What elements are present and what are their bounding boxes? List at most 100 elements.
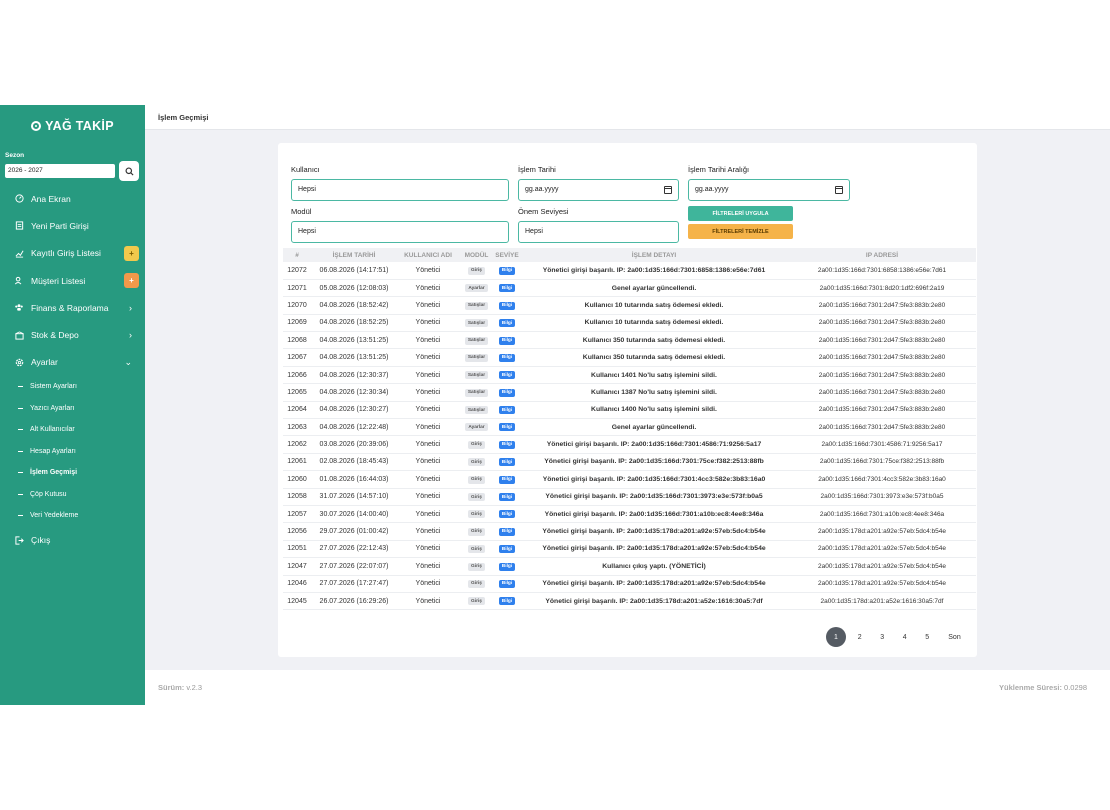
cell-user: Yönetici (397, 505, 459, 524)
cell-ip: 2a00:1d35:166d:7301:2d47:5fe3:883b:2e80 (788, 401, 976, 420)
table-row[interactable]: 12072 06.08.2026 (14:17:51) Yönetici Giriş B… (283, 262, 976, 280)
sidebar-item-label: Stok & Depo (31, 330, 79, 341)
col-header-user[interactable]: KULLANICI ADI (397, 248, 459, 262)
pagination: 1 2 3 4 5 Son (826, 627, 971, 647)
submenu-trash[interactable]: Çöp Kutusu (18, 484, 145, 506)
table-row[interactable]: 12047 27.07.2026 (22:07:07) Yönetici Giriş B… (283, 557, 976, 576)
cell-date: 30.07.2026 (14:00:40) (311, 505, 397, 524)
table-row[interactable]: 12062 03.08.2026 (20:39:06) Yönetici Giriş B… (283, 435, 976, 454)
table-row[interactable]: 12068 04.08.2026 (13:51:25) Yönetici Satışl… (283, 331, 976, 350)
season-search-button[interactable] (119, 161, 139, 181)
sidebar-item-finance[interactable]: Finans & Raporlama › (0, 294, 145, 321)
submenu-account-settings[interactable]: Hesap Ayarları (18, 441, 145, 463)
cell-id: 12064 (283, 401, 311, 420)
table-row[interactable]: 12056 29.07.2026 (01:00:42) Yönetici Giriş B… (283, 522, 976, 541)
user-add-icon[interactable]: + (124, 273, 139, 289)
table-row[interactable]: 12071 05.08.2026 (12:08:03) Yönetici Ayarla… (283, 279, 976, 298)
table-row[interactable]: 12051 27.07.2026 (22:12:43) Yönetici Giriş B… (283, 540, 976, 559)
submenu-backup[interactable]: Veri Yedekleme (18, 505, 145, 527)
file-add-icon[interactable]: + (124, 245, 139, 261)
sidebar-item-entry-list[interactable]: Kayıtlı Giriş Listesi + (0, 240, 145, 267)
col-header-id[interactable]: # (283, 248, 311, 262)
sidebar-item-settings[interactable]: Ayarlar ⌄ (0, 349, 145, 376)
cell-detail: Genel ayarlar güncellendi. (520, 279, 788, 298)
sidebar-item-stock[interactable]: Stok & Depo › (0, 321, 145, 348)
module-badge: Giriş (468, 458, 485, 467)
cell-user: Yönetici (397, 401, 459, 420)
sidebar: YAĞ TAKİP Sezon 2026 - 2027 Ana Ekran Ye… (0, 105, 145, 705)
brand-logo[interactable]: YAĞ TAKİP (0, 105, 145, 147)
page-5-button[interactable]: 5 (916, 627, 939, 647)
cell-id: 12057 (283, 505, 311, 524)
page-1-button[interactable]: 1 (826, 627, 846, 647)
col-header-module[interactable]: MODÜL (459, 248, 494, 262)
table-row[interactable]: 12064 04.08.2026 (12:30:27) Yönetici Satışl… (283, 401, 976, 420)
table-row[interactable]: 12058 31.07.2026 (14:57:10) Yönetici Giriş B… (283, 488, 976, 506)
season-select[interactable]: 2026 - 2027 (5, 164, 115, 178)
cell-date: 04.08.2026 (12:30:27) (311, 401, 397, 420)
table-row[interactable]: 12063 04.08.2026 (12:22:48) Yönetici Ayarla… (283, 418, 976, 437)
last-page-button[interactable]: Son (939, 627, 971, 647)
submenu-sub-users[interactable]: Alt Kullanıcılar (18, 419, 145, 441)
document-icon (14, 221, 24, 231)
table-row[interactable]: 12061 02.08.2026 (18:45:43) Yönetici Giriş B… (283, 453, 976, 472)
table-row[interactable]: 12045 26.07.2026 (16:29:26) Yönetici Giriş B… (283, 592, 976, 611)
table-row[interactable]: 12069 04.08.2026 (18:52:25) Yönetici Satışl… (283, 314, 976, 333)
table-row[interactable]: 12065 04.08.2026 (12:30:34) Yönetici Satışl… (283, 383, 976, 402)
page-2-button[interactable]: 2 (849, 627, 872, 647)
level-badge: Bilgi (498, 597, 516, 606)
submenu-system-settings[interactable]: Sistem Ayarları (18, 376, 145, 398)
level-filter-label: Önem Seviyesi (518, 207, 569, 216)
col-header-level[interactable]: SEVİYE (494, 248, 520, 262)
table-row[interactable]: 12046 27.07.2026 (17:27:47) Yönetici Giriş B… (283, 575, 976, 593)
page-3-button[interactable]: 3 (871, 627, 894, 647)
cell-detail: Yönetici girişi başarılı. IP: 2a00:1d35:… (520, 575, 788, 593)
table-row[interactable]: 12067 04.08.2026 (13:51:25) Yönetici Satışl… (283, 348, 976, 367)
cell-module: Giriş (459, 522, 494, 541)
cell-date: 04.08.2026 (13:51:25) (311, 331, 397, 350)
module-badge: Satışlar (464, 319, 489, 328)
module-badge: Satışlar (464, 353, 489, 362)
calendar-icon[interactable] (664, 186, 672, 194)
date-filter-input[interactable]: gg.aa.yyyy (518, 179, 679, 201)
apply-filters-button[interactable]: FİLTRELERİ UYGULA (688, 206, 793, 221)
clear-filters-button[interactable]: FİLTRELERİ TEMİZLE (688, 224, 793, 239)
sidebar-item-customers[interactable]: Müşteri Listesi + (0, 267, 145, 294)
cell-ip: 2a00:1d35:166d:7301:2d47:5fe3:883b:2e80 (788, 296, 976, 315)
col-header-ip[interactable]: IP ADRESİ (788, 248, 976, 262)
cell-id: 12062 (283, 435, 311, 454)
cell-module: Giriş (459, 505, 494, 524)
user-filter-select[interactable]: Hepsi (291, 179, 509, 201)
submenu-transaction-history[interactable]: İşlem Geçmişi (18, 462, 145, 484)
date-range-label: İşlem Tarihi Aralığı (688, 165, 750, 174)
cell-module: Ayarlar (459, 279, 494, 298)
cell-id: 12065 (283, 383, 311, 402)
module-badge: Giriş (468, 597, 485, 606)
table-row[interactable]: 12057 30.07.2026 (14:00:40) Yönetici Giriş B… (283, 505, 976, 524)
col-header-date[interactable]: İŞLEM TARİHİ (311, 248, 397, 262)
sidebar-item-label: Ayarlar (31, 357, 58, 368)
submenu-printer-settings[interactable]: Yazıcı Ayarları (18, 398, 145, 420)
table-row[interactable]: 12070 04.08.2026 (18:52:42) Yönetici Satışl… (283, 296, 976, 315)
cell-id: 12051 (283, 540, 311, 559)
sidebar-item-home[interactable]: Ana Ekran (0, 185, 145, 212)
page-4-button[interactable]: 4 (894, 627, 917, 647)
cell-detail: Yönetici girişi başarılı. IP: 2a00:1d35:… (520, 592, 788, 611)
calendar-icon[interactable] (835, 186, 843, 194)
module-filter-select[interactable]: Hepsi (291, 221, 509, 243)
sidebar-item-logout[interactable]: Çıkış (0, 527, 145, 554)
cell-id: 12047 (283, 557, 311, 576)
cell-level: Bilgi (494, 557, 520, 576)
col-header-detail[interactable]: İŞLEM DETAYI (520, 248, 788, 262)
table-row[interactable]: 12060 01.08.2026 (16:44:03) Yönetici Giriş B… (283, 470, 976, 489)
date-range-input[interactable]: gg.aa.yyyy (688, 179, 850, 201)
cell-user: Yönetici (397, 296, 459, 315)
table-row[interactable]: 12066 04.08.2026 (12:30:37) Yönetici Satışl… (283, 366, 976, 385)
cell-module: Giriş (459, 470, 494, 489)
sidebar-item-new-batch[interactable]: Yeni Parti Girişi (0, 212, 145, 239)
cell-date: 04.08.2026 (12:30:34) (311, 383, 397, 402)
level-badge: Bilgi (498, 353, 516, 362)
level-filter-select[interactable]: Hepsi (518, 221, 679, 243)
cell-id: 12061 (283, 453, 311, 472)
oil-drop-icon (31, 121, 42, 131)
